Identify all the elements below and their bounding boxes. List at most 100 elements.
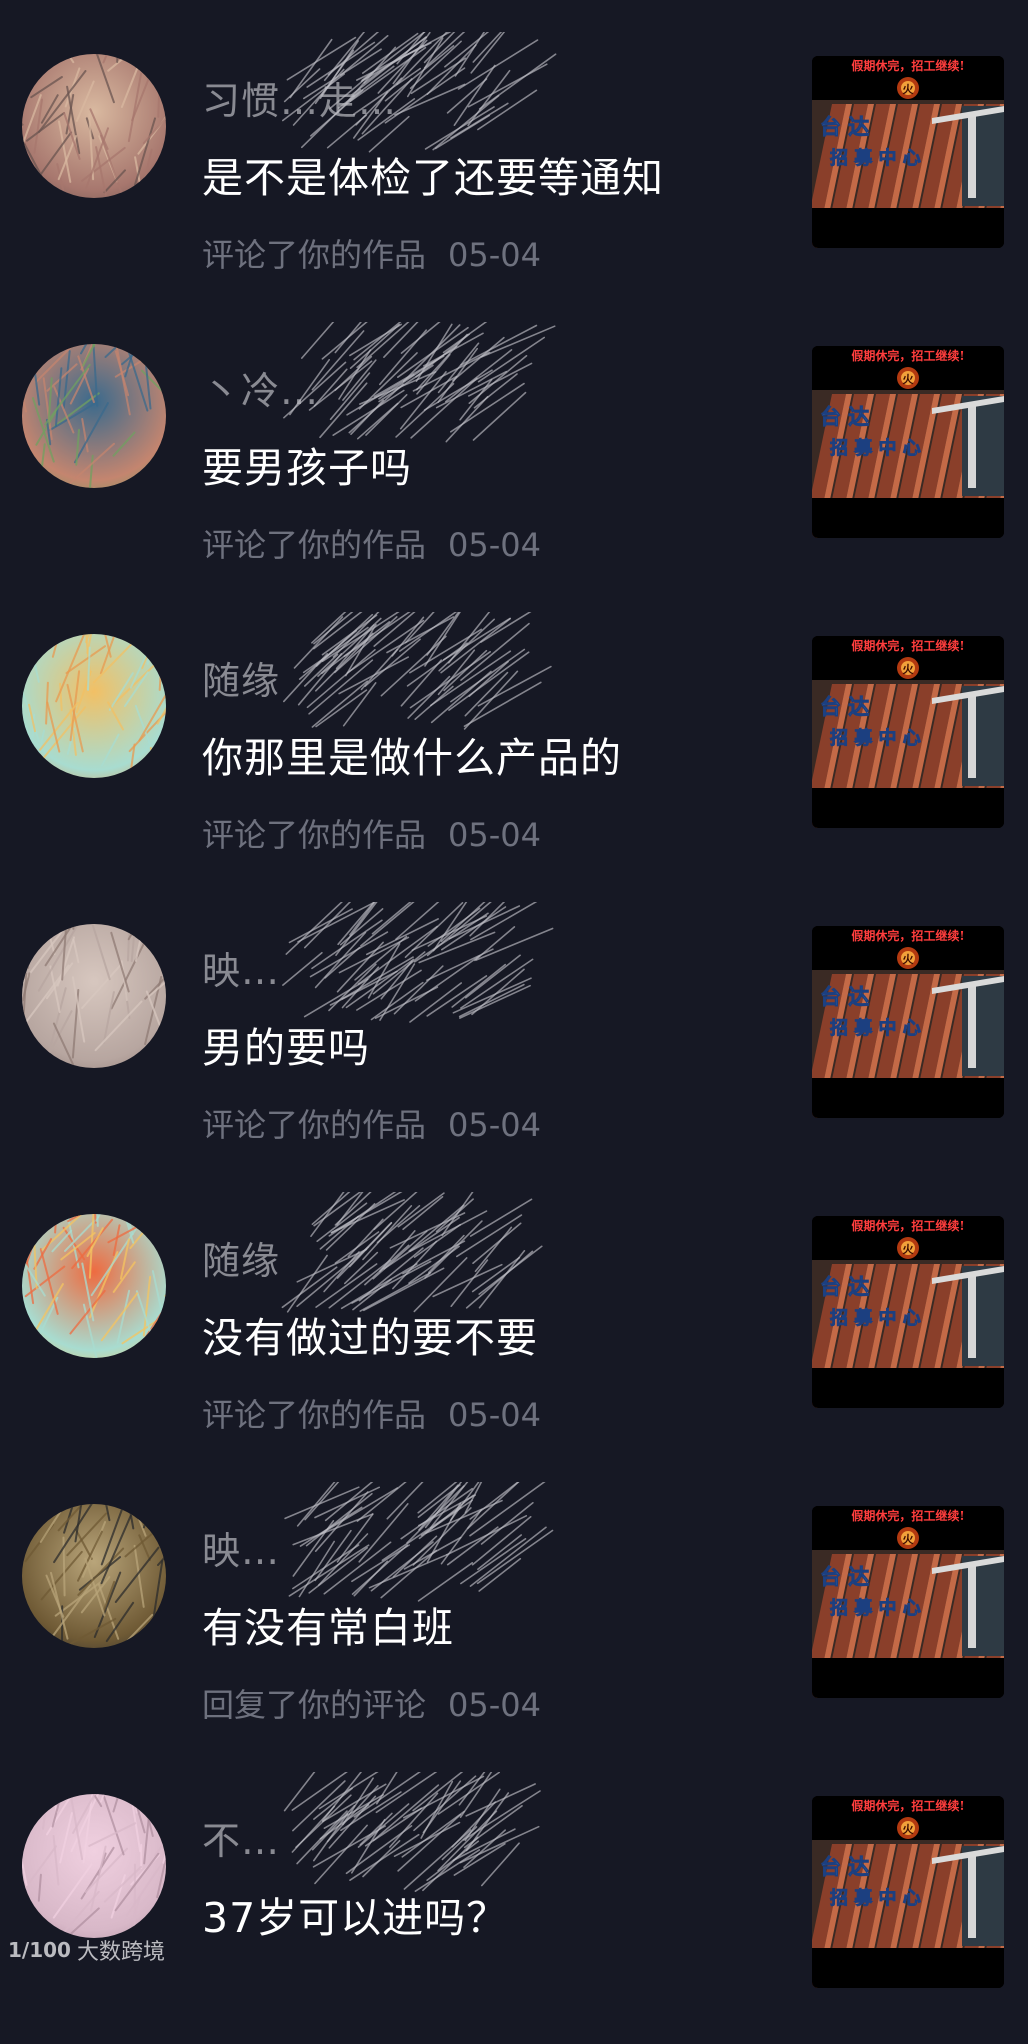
avatar-image — [22, 344, 166, 488]
avatar-redaction-scribble — [22, 1504, 166, 1648]
video-thumbnail[interactable]: 假期休完，招工继续! 火台 达招 募 中 心 — [812, 1506, 1004, 1698]
thumbnail-title-line2: 招 募 中 心 — [830, 1597, 921, 1619]
thumbnail-badge-text: 火 — [903, 953, 915, 966]
notification-meta: 评论了你的作品 05-04 — [202, 1390, 541, 1436]
username[interactable]: 映… — [202, 902, 622, 1023]
notification-feed: 习惯…走… 是不是体检了还要等通知 评论了你的作品 05-04 假期休完，招工继续! 火台… — [0, 0, 1028, 1988]
timestamp: 05-04 — [448, 236, 541, 274]
thumbnail-title-line2: 招 募 中 心 — [830, 1307, 921, 1329]
avatar[interactable] — [8, 620, 180, 792]
username[interactable]: 不… — [202, 1772, 622, 1892]
thumbnail-image: 假期休完，招工继续! 火台 达招 募 中 心 — [812, 926, 1004, 1118]
notification-item[interactable]: 不… 37岁可以进吗？ 假期休完，招工继续! 火台 达招 募 中 心 — [0, 1754, 1028, 2044]
video-thumbnail[interactable]: 假期休完，招工继续! 火台 达招 募 中 心 — [812, 926, 1004, 1118]
thumbnail-banner-text: 假期休完，招工继续! — [851, 348, 964, 363]
notification-item[interactable]: 随缘 没有做过的要不要 评论了你的作品 05-04 假期休完，招工继续! 火台 达招 募 … — [0, 1174, 1028, 1464]
thumbnail-title-line2: 招 募 中 心 — [830, 437, 921, 459]
thumbnail-banner-text: 假期休完，招工继续! — [851, 58, 964, 73]
timestamp: 05-04 — [448, 1686, 541, 1724]
action-text: 评论了你的作品 — [202, 816, 427, 854]
action-text: 评论了你的作品 — [202, 236, 427, 274]
video-thumbnail[interactable]: 假期休完，招工继续! 火台 达招 募 中 心 — [812, 636, 1004, 828]
notification-item[interactable]: 映… 有没有常白班 回复了你的评论 05-04 假期休完，招工继续! 火台 达招 募 中 … — [0, 1464, 1028, 1754]
notification-meta: 评论了你的作品 05-04 — [202, 810, 541, 856]
thumbnail-title-line1: 台 达 — [820, 695, 869, 719]
avatar-redaction-scribble — [22, 1794, 166, 1938]
comment-text[interactable]: 有没有常白班 — [202, 1594, 454, 1654]
timestamp: 05-04 — [448, 1396, 541, 1434]
avatar-redaction-scribble — [22, 54, 166, 198]
notification-item[interactable]: 丶冷… 要男孩子吗评论了你的作品 05-04 假期休完，招工继续! 火台 达招 募 中 … — [0, 304, 1028, 594]
notification-meta: 回复了你的评论 05-04 — [202, 1680, 541, 1726]
thumbnail-title-line1: 台 达 — [820, 405, 869, 429]
thumbnail-banner-text: 假期休完，招工继续! — [851, 1218, 964, 1233]
username[interactable]: 随缘 — [202, 612, 622, 730]
thumbnail-title-line1: 台 达 — [820, 115, 869, 139]
thumbnail-badge-text: 火 — [903, 83, 915, 96]
thumbnail-image: 假期休完，招工继续! 火台 达招 募 中 心 — [812, 56, 1004, 248]
avatar[interactable] — [8, 1200, 180, 1372]
comment-text[interactable]: 是不是体检了还要等通知 — [202, 144, 664, 204]
avatar-redaction-scribble — [24, 1214, 166, 1358]
timestamp: 05-04 — [448, 1106, 541, 1144]
thumbnail-banner-text: 假期休完，招工继续! — [851, 1508, 964, 1523]
notification-item[interactable]: 随缘 你那里是做什么产品的评论了你的作品 05-04 假期休完，招工继续! 火台 达招 … — [0, 594, 1028, 884]
thumbnail-title-line2: 招 募 中 心 — [830, 727, 921, 749]
notification-meta: 评论了你的作品 05-04 — [202, 230, 541, 276]
video-thumbnail[interactable]: 假期休完，招工继续! 火台 达招 募 中 心 — [812, 346, 1004, 538]
avatar[interactable] — [8, 1490, 180, 1662]
avatar-redaction-scribble — [22, 634, 166, 778]
thumbnail-badge-text: 火 — [903, 373, 915, 386]
thumbnail-badge-text: 火 — [903, 1823, 915, 1836]
notification-meta: 评论了你的作品 05-04 — [202, 1100, 541, 1146]
comment-text[interactable]: 你那里是做什么产品的 — [202, 724, 622, 784]
avatar-image — [22, 1504, 166, 1648]
notification-item[interactable]: 映… 男的要吗评论了你的作品 05-04 假期休完，招工继续! 火台 达招 募 中 心 — [0, 884, 1028, 1174]
thumbnail-title-line2: 招 募 中 心 — [830, 1887, 921, 1909]
action-text: 评论了你的作品 — [202, 1106, 427, 1144]
thumbnail-banner-text: 假期休完，招工继续! — [851, 638, 964, 653]
action-text: 回复了你的评论 — [202, 1686, 427, 1724]
watermark-text: 大数跨境 — [76, 1940, 165, 1965]
avatar-redaction-scribble — [22, 344, 166, 488]
thumbnail-image: 假期休完，招工继续! 火台 达招 募 中 心 — [812, 1506, 1004, 1698]
comment-text[interactable]: 没有做过的要不要 — [202, 1304, 538, 1364]
thumbnail-title-line2: 招 募 中 心 — [830, 1017, 921, 1039]
username[interactable]: 丶冷… — [202, 322, 622, 443]
timestamp: 05-04 — [448, 816, 541, 854]
avatar-image — [22, 54, 166, 198]
video-thumbnail[interactable]: 假期休完，招工继续! 火台 达招 募 中 心 — [812, 1216, 1004, 1408]
watermark: 1/100 大数跨境 — [8, 1936, 165, 1965]
avatar-image — [22, 1214, 166, 1358]
thumbnail-badge-text: 火 — [903, 1243, 915, 1256]
action-text: 评论了你的作品 — [202, 1396, 427, 1434]
comment-text[interactable]: 要男孩子吗 — [202, 434, 412, 494]
avatar[interactable] — [8, 910, 180, 1082]
avatar-image — [22, 1794, 166, 1938]
watermark-logo: 1/100 — [8, 1938, 71, 1962]
thumbnail-banner-text: 假期休完，招工继续! — [851, 928, 964, 943]
thumbnail-banner-text: 假期休完，招工继续! — [851, 1798, 964, 1813]
timestamp: 05-04 — [448, 526, 541, 564]
notification-meta: 评论了你的作品 05-04 — [202, 520, 541, 566]
thumbnail-image: 假期休完，招工继续! 火台 达招 募 中 心 — [812, 346, 1004, 538]
thumbnail-badge-text: 火 — [903, 1533, 915, 1546]
thumbnail-image: 假期休完，招工继续! 火台 达招 募 中 心 — [812, 636, 1004, 828]
thumbnail-image: 假期休完，招工继续! 火台 达招 募 中 心 — [812, 1796, 1004, 1988]
avatar[interactable] — [8, 330, 180, 502]
notification-item[interactable]: 习惯…走… 是不是体检了还要等通知评论了你的作品 05-04 假期休完，招工继续! 火台… — [0, 14, 1028, 304]
avatar[interactable] — [8, 1780, 180, 1952]
thumbnail-title-line1: 台 达 — [820, 1855, 869, 1879]
video-thumbnail[interactable]: 假期休完，招工继续! 火台 达招 募 中 心 — [812, 56, 1004, 248]
video-thumbnail[interactable]: 假期休完，招工继续! 火台 达招 募 中 心 — [812, 1796, 1004, 1988]
thumbnail-title-line1: 台 达 — [820, 985, 869, 1009]
avatar[interactable] — [8, 40, 180, 212]
username[interactable]: 随缘 — [202, 1192, 622, 1313]
comment-text[interactable]: 37岁可以进吗？ — [202, 1884, 508, 1944]
thumbnail-badge-text: 火 — [903, 663, 915, 676]
username[interactable]: 映… — [202, 1482, 622, 1602]
thumbnail-image: 假期休完，招工继续! 火台 达招 募 中 心 — [812, 1216, 1004, 1408]
comment-text[interactable]: 男的要吗 — [202, 1014, 370, 1074]
username[interactable]: 习惯…走… — [202, 32, 622, 153]
action-text: 评论了你的作品 — [202, 526, 427, 564]
